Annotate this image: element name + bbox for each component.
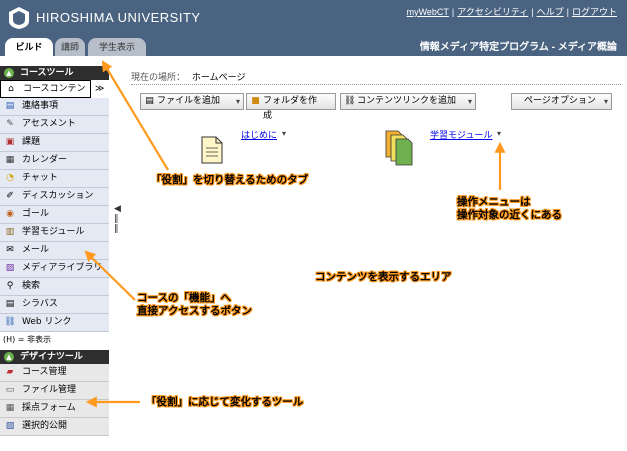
content-item-intro[interactable]: はじめに bbox=[241, 128, 277, 141]
media-library-icon: ▨ bbox=[5, 263, 15, 273]
sidebar-item-search[interactable]: ⚲ 検索 bbox=[0, 278, 109, 296]
sidebar-item-learning-module[interactable]: ▥ 学習モジュール bbox=[0, 224, 109, 242]
sidebar-item-course-content[interactable]: ⌂コースコンテンツ bbox=[0, 80, 91, 111]
sidebar-item-mail[interactable]: ✉ メール bbox=[0, 242, 109, 260]
folder-icon: ■ bbox=[251, 96, 260, 106]
sidebar-item-course-management[interactable]: ▰ コース管理 bbox=[0, 364, 109, 382]
link-icon: ⛓ bbox=[344, 96, 356, 106]
dropdown-icon: ▾ bbox=[235, 97, 240, 106]
logout-link[interactable]: ログアウト bbox=[572, 7, 617, 17]
sidebar: ▲ コースツール ≫ ⌂コースコンテンツ ▤連絡事項 ✎アセスメント ▣課題 ▦… bbox=[0, 66, 109, 451]
chat-icon: ◔ bbox=[6, 173, 14, 183]
sidebar-item-syllabus[interactable]: ▤ シラバス bbox=[0, 296, 109, 314]
header-bar: HIROSHIMA UNIVERSITY myWebCT | アクセシビリティ | ヘル… bbox=[0, 0, 627, 56]
university-name: HIROSHIMA UNIVERSITY bbox=[36, 10, 201, 25]
sidebar-item-goals[interactable]: ◉ ゴール bbox=[0, 206, 109, 224]
assessment-icon: ✎ bbox=[6, 119, 14, 129]
content-item-learning-module[interactable]: 学習モジュール bbox=[430, 128, 492, 141]
module-icon: ▥ bbox=[5, 227, 15, 237]
sidebar-item-web-links[interactable]: ⛓ Web リンク bbox=[0, 314, 109, 332]
sidebar-item-assignments[interactable]: ▣ 課題 bbox=[0, 134, 109, 152]
designer-tools-list: ▰ コース管理 ▭ ファイル管理 ▦ 採点フォーム ▧ 選択的公開 bbox=[0, 364, 109, 436]
university-logo-icon bbox=[9, 7, 29, 29]
add-file-button[interactable]: ▤ ファイルを追加 ▾ bbox=[140, 93, 244, 110]
sidebar-item-chat[interactable]: ◔ チャット bbox=[0, 170, 109, 188]
breadcrumb-current: ホームページ bbox=[191, 73, 246, 83]
dropdown-icon[interactable]: ▾ bbox=[494, 129, 504, 139]
tab-instructor[interactable]: 講師 bbox=[55, 38, 85, 56]
add-file-icon: ▤ bbox=[145, 96, 154, 106]
sidebar-item-media-library[interactable]: ▨ メディアライブラリ bbox=[0, 260, 109, 278]
annotation-tabs: 「役割」を切り替えるためのタブ bbox=[151, 174, 309, 186]
discussion-icon: ✐ bbox=[6, 191, 14, 201]
grade-form-icon: ▦ bbox=[5, 403, 15, 413]
course-title: 情報メディア特定プログラム - メディア概論 bbox=[419, 42, 617, 53]
calendar-icon: ▦ bbox=[5, 155, 15, 165]
add-content-link-button[interactable]: ⛓ コンテンツリンクを追加 ▾ bbox=[340, 93, 476, 110]
course-tools-header[interactable]: ▲ コースツール bbox=[0, 66, 109, 80]
document-icon[interactable] bbox=[200, 135, 224, 165]
breadcrumb: 現在の場所： ホームページ bbox=[131, 73, 246, 83]
learning-module-icon[interactable] bbox=[384, 129, 414, 167]
sidebar-item-announcements[interactable]: ▤ 連絡事項 bbox=[0, 98, 109, 116]
sidebar-item-file-management[interactable]: ▭ ファイル管理 bbox=[0, 382, 109, 400]
tab-build[interactable]: ビルド bbox=[5, 38, 53, 56]
home-icon: ⌂ bbox=[8, 84, 14, 94]
announcement-icon: ▤ bbox=[5, 101, 15, 111]
help-link[interactable]: ヘルプ bbox=[537, 7, 564, 17]
accessibility-link[interactable]: アクセシビリティ bbox=[457, 7, 528, 17]
divider bbox=[131, 84, 621, 85]
file-manage-icon: ▭ bbox=[5, 385, 15, 395]
double-chevron-down-icon[interactable]: ≫ bbox=[95, 84, 104, 94]
designer-tools-header[interactable]: ▲ デザイナツール bbox=[0, 350, 109, 364]
sidebar-item-grade-form[interactable]: ▦ 採点フォーム bbox=[0, 400, 109, 418]
sidebar-item-discussion[interactable]: ✐ ディスカッション bbox=[0, 188, 109, 206]
dropdown-icon: ▾ bbox=[603, 97, 608, 106]
mywebct-link[interactable]: myWebCT bbox=[407, 7, 449, 17]
syllabus-icon: ▤ bbox=[5, 299, 15, 309]
selective-release-icon: ▧ bbox=[5, 421, 15, 431]
annotation-tools: 「役割」に応じて変化するツール bbox=[146, 396, 304, 408]
sidebar-collapse-handle[interactable]: ◀ ‖ ‖ bbox=[114, 204, 121, 234]
annotation-menu: 操作メニューは 操作対象の近くにある bbox=[457, 196, 562, 221]
tab-student-view[interactable]: 学生表示 bbox=[88, 38, 146, 56]
web-link-icon: ⛓ bbox=[4, 317, 16, 327]
sidebar-item-calendar[interactable]: ▦ カレンダー bbox=[0, 152, 109, 170]
dropdown-icon[interactable]: ▾ bbox=[279, 129, 289, 139]
hidden-legend: (H) = 非表示 bbox=[0, 332, 109, 350]
course-tools-list: ⌂コースコンテンツ ▤連絡事項 ✎アセスメント ▣課題 ▦カレンダー ◔チャット… bbox=[0, 80, 109, 332]
annotation-content-area: コンテンツを表示するエリア bbox=[315, 271, 452, 283]
top-links: myWebCT | アクセシビリティ | ヘルプ | ログアウト bbox=[406, 7, 617, 17]
create-folder-button[interactable]: ■ フォルダを作成 bbox=[246, 93, 336, 121]
search-icon: ⚲ bbox=[6, 281, 14, 291]
annotation-features: コースの「機能」へ 直接アクセスするボタン bbox=[137, 292, 252, 317]
assignment-icon: ▣ bbox=[5, 137, 15, 147]
mail-icon: ✉ bbox=[6, 245, 14, 255]
sidebar-item-selective-release[interactable]: ▧ 選択的公開 bbox=[0, 418, 109, 436]
sidebar-item-assessment[interactable]: ✎ アセスメント bbox=[0, 116, 109, 134]
goal-icon: ◉ bbox=[6, 209, 14, 219]
course-manage-icon: ▰ bbox=[6, 367, 14, 377]
page-options-button[interactable]: ページオプション ▾ bbox=[511, 93, 612, 110]
collapse-icon[interactable]: ▲ bbox=[4, 352, 14, 362]
collapse-icon[interactable]: ▲ bbox=[4, 68, 14, 78]
dropdown-icon: ▾ bbox=[467, 97, 472, 106]
